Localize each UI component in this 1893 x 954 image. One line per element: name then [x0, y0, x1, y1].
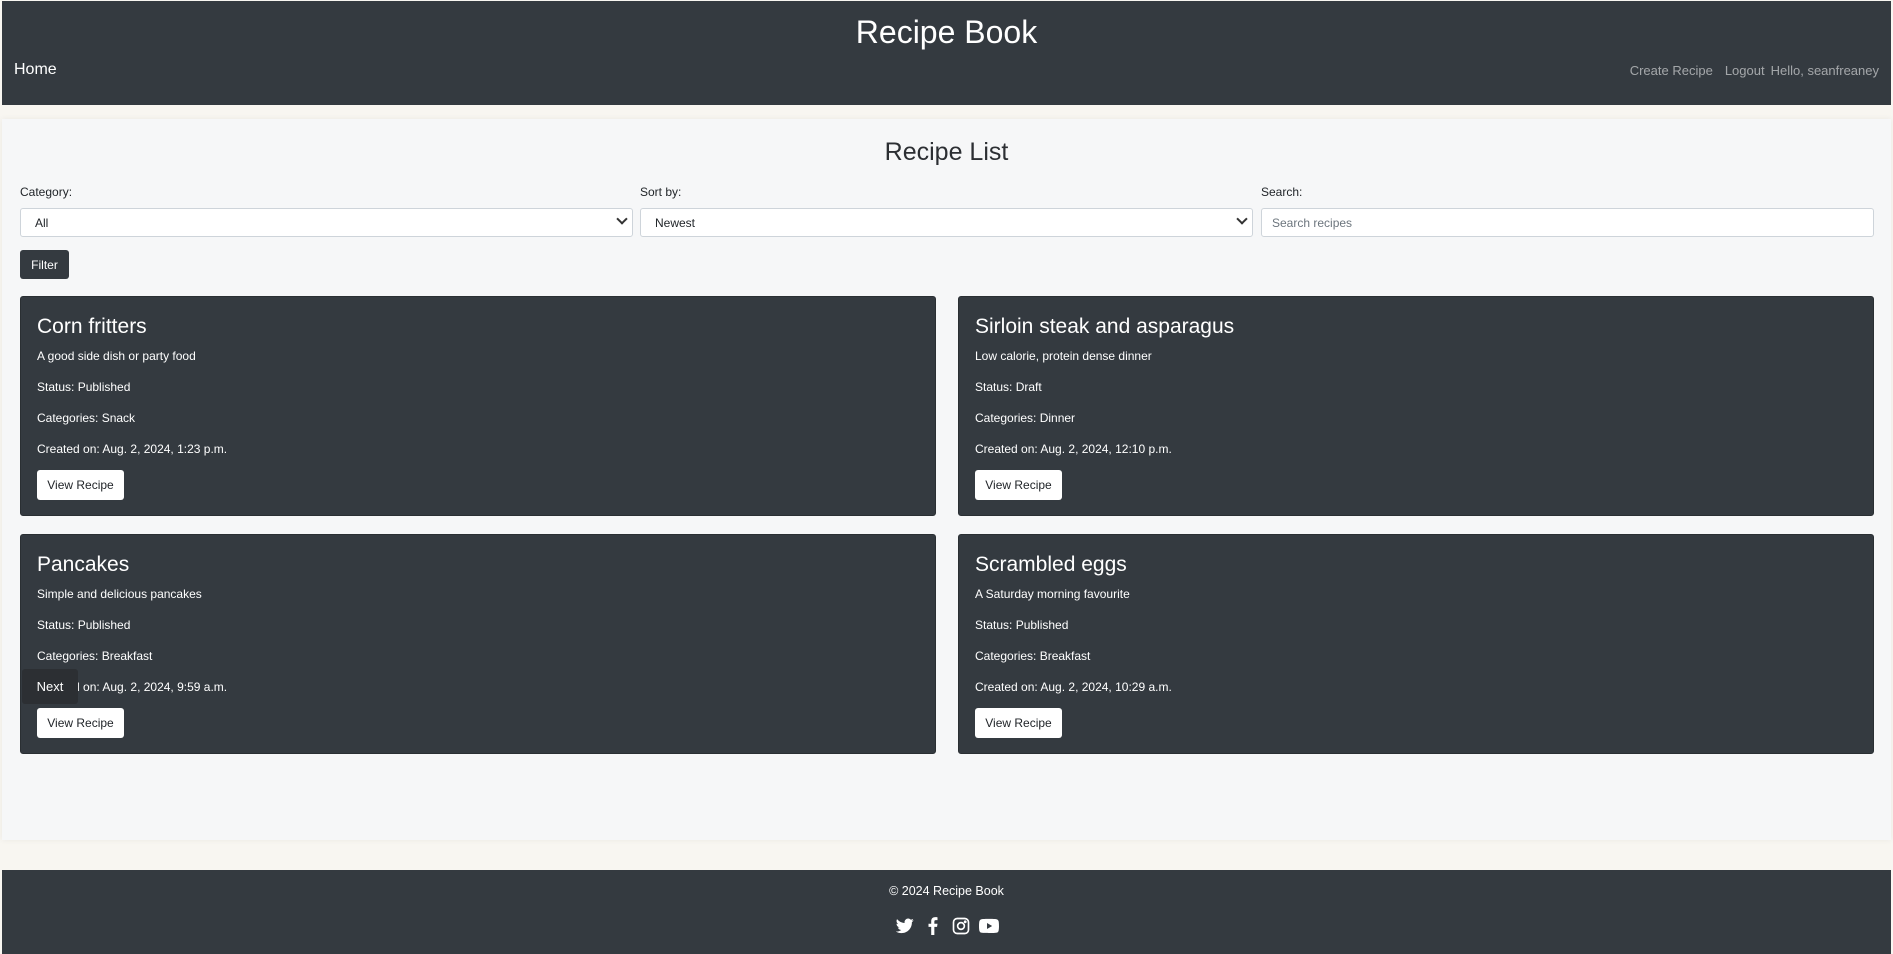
view-recipe-button[interactable]: View Recipe [37, 708, 124, 738]
recipe-description: Low calorie, protein dense dinner [975, 349, 1152, 363]
view-recipe-button[interactable]: View Recipe [975, 708, 1062, 738]
site-header: Recipe Book Home Create Recipe Logout He… [2, 1, 1891, 105]
recipe-categories: Categories: Dinner [975, 411, 1076, 425]
recipe-status: Status: Published [37, 618, 131, 632]
recipe-created: Created on: Aug. 2, 2024, 10:29 a.m. [975, 680, 1172, 694]
search-input[interactable]: Search recipes [1261, 208, 1874, 237]
recipe-description: Simple and delicious pancakes [37, 587, 202, 601]
recipe-categories: Categories: Breakfast [37, 649, 153, 663]
recipe-status: Status: Draft [975, 380, 1042, 394]
recipe-description: A Saturday morning favourite [975, 587, 1130, 601]
facebook-icon[interactable] [923, 916, 943, 936]
chevron-down-icon [1236, 213, 1248, 225]
sort-select-value: Newest [655, 216, 696, 230]
logout-link[interactable]: Logout [1725, 63, 1765, 78]
site-title: Recipe Book [855, 14, 1038, 50]
chevron-down-icon [616, 213, 628, 225]
sort-select[interactable]: Newest [640, 208, 1253, 237]
home-link[interactable]: Home [14, 61, 57, 79]
recipe-title: Sirloin steak and asparagus [975, 315, 1235, 338]
recipe-card: Pancakes Simple and delicious pancakes S… [20, 534, 936, 754]
youtube-icon[interactable] [978, 916, 999, 936]
category-label: Category: [20, 185, 73, 199]
recipe-card: Corn fritters A good side dish or party … [20, 296, 936, 516]
instagram-icon[interactable] [951, 916, 971, 936]
category-select[interactable]: All [20, 208, 633, 237]
recipe-categories: Categories: Breakfast [975, 649, 1091, 663]
site-footer: © 2024 Recipe Book [2, 870, 1891, 954]
twitter-icon[interactable] [895, 916, 915, 936]
recipe-status: Status: Published [975, 618, 1069, 632]
recipe-description: A good side dish or party food [37, 349, 196, 363]
user-nav: Create Recipe Logout Hello, seanfreaney [1630, 63, 1879, 78]
create-recipe-link[interactable]: Create Recipe [1630, 63, 1713, 78]
recipe-title: Pancakes [37, 553, 130, 576]
recipe-title: Corn fritters [37, 315, 147, 338]
view-recipe-button[interactable]: View Recipe [37, 470, 124, 500]
user-greeting: Hello, seanfreaney [1770, 63, 1879, 78]
recipe-title: Scrambled eggs [975, 553, 1127, 576]
copyright: © 2024 Recipe Book [889, 884, 1004, 898]
recipe-card: Sirloin steak and asparagus Low calorie,… [958, 296, 1874, 516]
social-links [2, 916, 1891, 936]
recipe-list-section: Recipe List Category: All Sort by: Newes… [2, 119, 1891, 840]
recipe-status: Status: Published [37, 380, 131, 394]
page-title: Recipe List [884, 138, 1009, 166]
search-label: Search: [1261, 185, 1303, 199]
next-page-button[interactable]: Next [22, 669, 78, 704]
recipe-created: Created on: Aug. 2, 2024, 1:23 p.m. [37, 442, 228, 456]
recipe-categories: Categories: Snack [37, 411, 136, 425]
view-recipe-button[interactable]: View Recipe [975, 470, 1062, 500]
recipe-card: Scrambled eggs A Saturday morning favour… [958, 534, 1874, 754]
recipe-created: Created on: Aug. 2, 2024, 12:10 p.m. [975, 442, 1172, 456]
sort-label: Sort by: [640, 185, 682, 199]
filter-button[interactable]: Filter [20, 250, 69, 279]
category-select-value: All [35, 216, 49, 230]
